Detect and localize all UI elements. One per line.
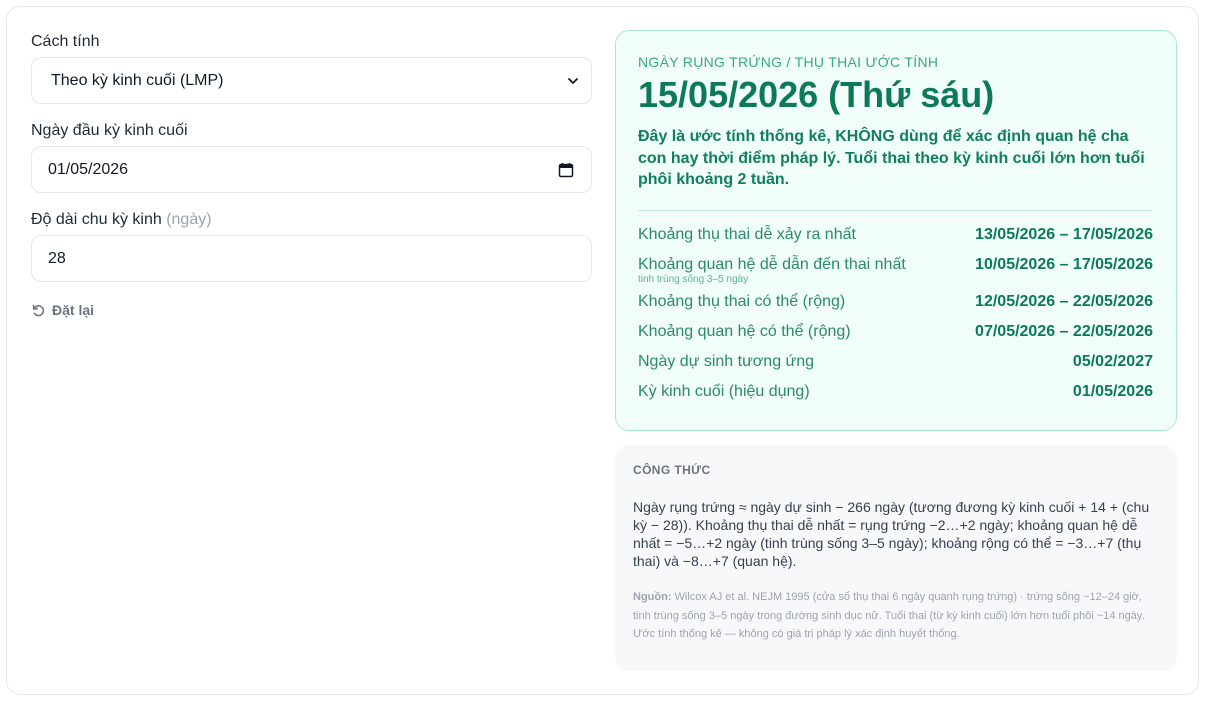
method-label: Cách tính xyxy=(31,33,100,50)
result-row: Kỳ kinh cuối (hiệu dụng) 01/05/2026 xyxy=(638,381,1153,403)
ovulation-date: 15/05/2026 (Thứ sáu) xyxy=(638,74,995,115)
cycle-length-input[interactable]: 28 xyxy=(31,235,592,282)
cycle-label-text: Độ dài chu kỳ kinh xyxy=(31,211,162,228)
result-row-label: Khoảng thụ thai dễ xảy ra nhất xyxy=(638,225,856,243)
input-form: Cách tính Theo kỳ kinh cuối (LMP) Ngày đ… xyxy=(31,31,592,323)
formula-heading: CÔNG THỨC xyxy=(633,463,711,477)
cycle-label: Độ dài chu kỳ kinh (ngày) xyxy=(31,209,592,231)
calculator-card: Cách tính Theo kỳ kinh cuối (LMP) Ngày đ… xyxy=(6,6,1199,695)
result-panel: NGÀY RỤNG TRỨNG / THỤ THAI ƯỚC TÍNH 15/0… xyxy=(615,30,1177,431)
result-row-value: 01/05/2026 xyxy=(1072,382,1153,400)
method-group: Cách tính Theo kỳ kinh cuối (LMP) xyxy=(31,31,592,104)
reset-label: Đặt lại xyxy=(52,302,95,318)
formula-source: Nguồn: Wilcox AJ et al. NEJM 1995 (cửa s… xyxy=(633,588,1159,644)
source-label: Nguồn: xyxy=(633,591,672,603)
result-row-value: 05/02/2027 xyxy=(1072,352,1153,370)
result-row: Khoảng thụ thai có thể (rộng) 12/05/2026… xyxy=(638,291,1153,313)
result-row-label: Khoảng quan hệ có thể (rộng) xyxy=(638,322,851,340)
method-select[interactable]: Theo kỳ kinh cuối (LMP) xyxy=(31,57,592,104)
result-row: Khoảng quan hệ có thể (rộng) 07/05/2026 … xyxy=(638,321,1153,343)
lmp-label: Ngày đầu kỳ kinh cuối xyxy=(31,122,188,139)
cycle-length-value: 28 xyxy=(48,249,66,267)
result-row-label-text: Khoảng quan hệ dễ dẫn đến thai nhất xyxy=(638,255,906,273)
result-row-label: Khoảng quan hệ dễ dẫn đến thai nhất tinh … xyxy=(638,254,906,285)
cycle-group: Độ dài chu kỳ kinh (ngày) 28 xyxy=(31,209,592,282)
calendar-icon[interactable] xyxy=(558,162,574,178)
result-row-value: 07/05/2026 – 22/05/2026 xyxy=(975,322,1153,340)
formula-body: Ngày rụng trứng ≈ ngày dự sinh − 266 ngà… xyxy=(633,499,1150,569)
result-row-value: 12/05/2026 – 22/05/2026 xyxy=(975,292,1153,310)
lmp-date-input[interactable]: 01/05/2026 xyxy=(31,146,592,193)
result-row: Khoảng thụ thai dễ xảy ra nhất 13/05/202… xyxy=(638,224,1153,246)
result-row-label: Kỳ kinh cuối (hiệu dụng) xyxy=(638,382,810,400)
result-eyebrow: NGÀY RỤNG TRỨNG / THỤ THAI ƯỚC TÍNH xyxy=(638,54,939,70)
disclaimer-note: Đây là ước tính thống kê, KHÔNG dùng để … xyxy=(638,128,1145,188)
result-row-value: 13/05/2026 – 17/05/2026 xyxy=(975,225,1153,243)
lmp-group: Ngày đầu kỳ kinh cuối 01/05/2026 xyxy=(31,120,592,193)
result-divider xyxy=(638,209,1153,211)
result-rows: Khoảng thụ thai dễ xảy ra nhất 13/05/202… xyxy=(638,224,1153,403)
result-row-sublabel: tinh trùng sống 3–5 ngày xyxy=(638,273,749,285)
cycle-unit: (ngày) xyxy=(166,211,212,228)
source-text: Wilcox AJ et al. NEJM 1995 (cửa sổ thụ t… xyxy=(633,591,1145,640)
chevron-down-icon xyxy=(568,77,578,84)
formula-panel: CÔNG THỨC Ngày rụng trứng ≈ ngày dự sinh… xyxy=(615,445,1177,671)
reset-icon xyxy=(32,304,45,316)
reset-button[interactable]: Đặt lại xyxy=(31,300,94,320)
result-row-label: Ngày dự sinh tương ứng xyxy=(638,352,815,370)
method-select-value: Theo kỳ kinh cuối (LMP) xyxy=(51,71,224,89)
result-row: Ngày dự sinh tương ứng 05/02/2027 xyxy=(638,351,1153,373)
result-row: Khoảng quan hệ dễ dẫn đến thai nhất tinh … xyxy=(638,254,1153,285)
result-row-label: Khoảng thụ thai có thể (rộng) xyxy=(638,292,846,310)
result-row-value: 10/05/2026 – 17/05/2026 xyxy=(975,255,1153,273)
lmp-date-value: 01/05/2026 xyxy=(48,160,129,178)
